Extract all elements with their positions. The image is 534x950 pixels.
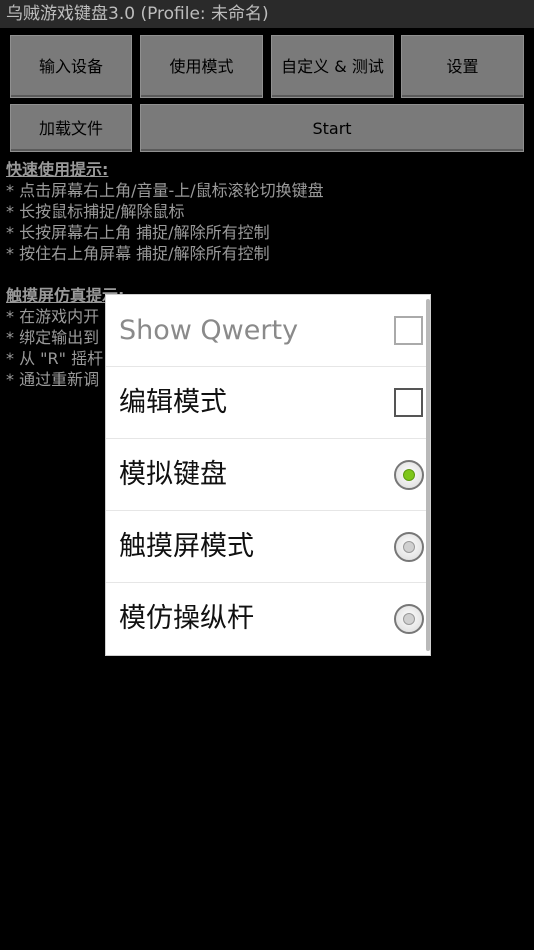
option-label: Show Qwerty <box>119 315 299 346</box>
option-label: 模拟键盘 <box>119 459 227 490</box>
quick-tip: * 按住右上角屏幕 捕捉/解除所有控制 <box>6 244 270 263</box>
quick-tip: * 长按屏幕右上角 捕捉/解除所有控制 <box>6 223 270 242</box>
radio-dot <box>403 541 415 553</box>
option-label: 触摸屏模式 <box>119 531 254 562</box>
joystick-mode-radio[interactable] <box>394 604 424 634</box>
quick-tip: * 长按鼠标捕捉/解除鼠标 <box>6 202 185 221</box>
touchscreen-mode-option[interactable]: 触摸屏模式 <box>106 511 430 583</box>
keyboard-mode-option[interactable]: 模拟键盘 <box>106 439 430 511</box>
radio-selected-dot <box>403 469 415 481</box>
edit-mode-checkbox[interactable] <box>394 388 423 417</box>
joystick-mode-option[interactable]: 模仿操纵杆 <box>106 583 430 655</box>
touchscreen-mode-radio[interactable] <box>394 532 424 562</box>
app-title: 乌贼游戏键盘3.0 (Profile: 未命名) <box>0 0 534 28</box>
radio-dot <box>403 613 415 625</box>
show-qwerty-checkbox[interactable] <box>394 316 423 345</box>
option-label: 模仿操纵杆 <box>119 603 254 634</box>
edit-mode-option[interactable]: 编辑模式 <box>106 367 430 439</box>
load-file-button[interactable]: 加载文件 <box>10 104 132 152</box>
quick-tip: * 点击屏幕右上角/音量-上/鼠标滚轮切换键盘 <box>6 181 324 200</box>
input-device-button[interactable]: 输入设备 <box>10 35 132 98</box>
quick-tips-header: 快速使用提示: <box>6 160 109 179</box>
dialog-scrollbar[interactable] <box>426 299 430 651</box>
show-qwerty-option[interactable]: Show Qwerty <box>106 295 430 367</box>
usage-mode-dialog: Show Qwerty 编辑模式 模拟键盘 触摸屏模式 模仿操纵杆 <box>105 294 431 656</box>
start-button[interactable]: Start <box>140 104 524 152</box>
custom-test-button[interactable]: 自定义 & 测试 <box>271 35 394 98</box>
keyboard-mode-radio[interactable] <box>394 460 424 490</box>
settings-button[interactable]: 设置 <box>401 35 524 98</box>
option-label: 编辑模式 <box>119 387 227 418</box>
usage-mode-button[interactable]: 使用模式 <box>140 35 263 98</box>
